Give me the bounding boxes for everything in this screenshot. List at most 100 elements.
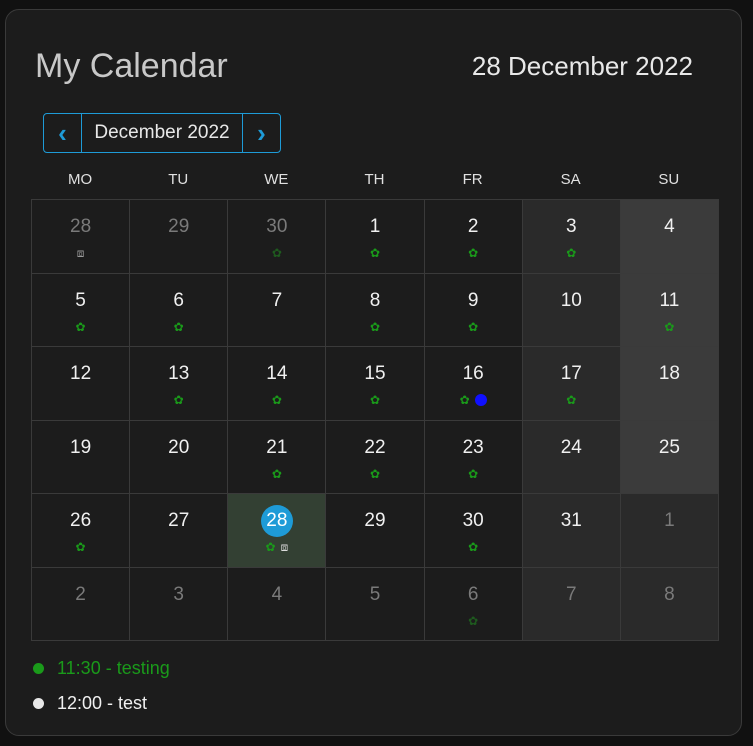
day-cell[interactable]: 4	[228, 567, 327, 641]
event-item[interactable]: 12:00 - test	[32, 686, 170, 721]
event-text: 11:30 - testing	[57, 658, 170, 678]
day-cell[interactable]: 5	[326, 567, 425, 641]
flower-icon: ✿	[468, 613, 479, 628]
day-cell[interactable]: 28 ⧈	[32, 200, 131, 274]
month-label: December 2022	[94, 122, 230, 143]
event-indicators: ✿	[130, 320, 227, 334]
day-cell[interactable]: 6 ✿	[130, 273, 229, 347]
day-cell[interactable]: 25	[620, 420, 719, 494]
day-cell[interactable]: 8	[620, 567, 719, 641]
weekday-mo: MO	[67, 171, 93, 188]
day-cell[interactable]: 14 ✿	[228, 347, 327, 421]
day-cell[interactable]: 1	[620, 494, 719, 568]
day-number: 21	[266, 436, 288, 458]
next-month-button[interactable]: ›	[242, 114, 280, 152]
day-cell[interactable]: 7	[228, 273, 327, 347]
event-item[interactable]: 11:30 - testing	[32, 651, 170, 686]
day-cell[interactable]: 2 ✿	[424, 200, 523, 274]
weekday-th: TH	[364, 171, 385, 188]
day-cell[interactable]: 24	[522, 420, 621, 494]
day-cell[interactable]: 23 ✿	[424, 420, 523, 494]
weekday-tu: TU	[168, 171, 189, 188]
day-cell[interactable]: 3	[130, 567, 229, 641]
flower-icon: ✿	[369, 246, 381, 260]
day-number: 27	[168, 510, 190, 531]
day-number: 12	[70, 363, 92, 384]
calendar-title: My Calendar	[35, 47, 228, 85]
event-indicators: ✿	[228, 467, 325, 481]
month-navigator: ‹ December 2022 ›	[43, 113, 281, 153]
event-indicators: ✿	[326, 393, 423, 407]
event-indicators: ✿	[425, 393, 522, 407]
calendar-grid: 28 ⧈ 29 30 ✿ 1 ✿ 2 ✿ 3 ✿ 4 5 ✿ 6 ✿ 7 8 ✿ 9 ✿ 10 11 ✿ 12 13 ✿ 14 ✿ 15 ✿…	[31, 199, 719, 641]
day-cell[interactable]: 7	[522, 567, 621, 641]
day-cell[interactable]: 19	[32, 420, 131, 494]
event-indicators: ✿	[425, 540, 522, 554]
day-cell[interactable]: 5 ✿	[32, 273, 131, 347]
day-cell[interactable]: 16 ✿	[424, 347, 523, 421]
flower-icon: ✿	[369, 393, 381, 407]
day-cell[interactable]: 22 ✿	[326, 420, 425, 494]
flower-icon: ✿	[265, 540, 276, 554]
day-cell[interactable]: 27	[130, 494, 229, 568]
day-cell[interactable]: 17 ✿	[522, 347, 621, 421]
day-cell[interactable]: 8 ✿	[326, 273, 425, 347]
current-date: 28 December 2022	[471, 51, 693, 81]
day-number: 23	[462, 436, 484, 458]
day-cell[interactable]: 4	[620, 200, 719, 274]
day-cell[interactable]: 31	[522, 494, 621, 568]
day-cell[interactable]: 30 ✿	[228, 200, 327, 274]
day-cell[interactable]: 12	[32, 347, 131, 421]
day-cell-today[interactable]: 28 ✿ ⧈	[228, 494, 327, 568]
day-cell[interactable]: 26 ✿	[32, 494, 131, 568]
event-indicators: ✿	[425, 614, 522, 628]
flower-icon: ✿	[271, 246, 282, 260]
prev-month-button[interactable]: ‹	[44, 114, 82, 152]
day-cell[interactable]: 6 ✿	[424, 567, 523, 641]
flower-icon: ✿	[271, 393, 282, 407]
event-list: 11:30 - testing 12:00 - test	[32, 651, 170, 721]
day-cell[interactable]: 18	[620, 347, 719, 421]
event-indicators: ✿	[32, 320, 129, 334]
day-cell[interactable]: 21 ✿	[228, 420, 327, 494]
day-number: 20	[168, 436, 190, 458]
event-indicators: ✿	[228, 393, 325, 407]
event-indicators: ✿	[326, 320, 423, 334]
day-number: 28	[70, 216, 92, 237]
day-number: 1	[664, 510, 675, 531]
event-indicators: ✿	[425, 246, 522, 260]
day-cell[interactable]: 1 ✿	[326, 200, 425, 274]
day-cell[interactable]: 10	[522, 273, 621, 347]
flower-icon: ✿	[468, 466, 479, 481]
flower-icon: ✿	[369, 319, 381, 334]
event-indicators: ✿	[130, 393, 227, 407]
day-cell[interactable]: 15 ✿	[326, 347, 425, 421]
day-number: 30	[462, 510, 484, 531]
day-cell[interactable]: 30 ✿	[424, 494, 523, 568]
weekday-sa: SA	[560, 171, 581, 188]
calendar-card: My Calendar 28 December 2022 ‹ December …	[5, 9, 742, 736]
day-number: 25	[658, 436, 680, 458]
day-cell[interactable]: 20	[130, 420, 229, 494]
day-cell[interactable]: 13 ✿	[130, 347, 229, 421]
day-number: 3	[173, 583, 184, 605]
day-cell[interactable]: 2	[32, 567, 131, 641]
day-cell[interactable]: 9 ✿	[424, 273, 523, 347]
event-text: 12:00 - test	[57, 693, 148, 713]
day-number: 26	[70, 510, 92, 531]
day-cell[interactable]: 29	[326, 494, 425, 568]
flower-icon: ✿	[566, 246, 577, 260]
day-number: 17	[560, 363, 582, 384]
day-cell[interactable]: 3 ✿	[522, 200, 621, 274]
day-number: 22	[364, 436, 386, 458]
event-indicators: ✿	[621, 320, 718, 334]
weekday-we: WE	[264, 171, 289, 188]
flower-icon: ✿	[468, 246, 479, 260]
day-number: 7	[271, 289, 283, 311]
weekday-su: SU	[658, 171, 680, 188]
day-cell[interactable]: 11 ✿	[620, 273, 719, 347]
day-number: 14	[266, 363, 288, 384]
day-cell[interactable]: 29	[130, 200, 229, 274]
event-indicators: ✿ ⧈	[228, 540, 325, 554]
chevron-left-icon: ‹	[58, 117, 67, 148]
